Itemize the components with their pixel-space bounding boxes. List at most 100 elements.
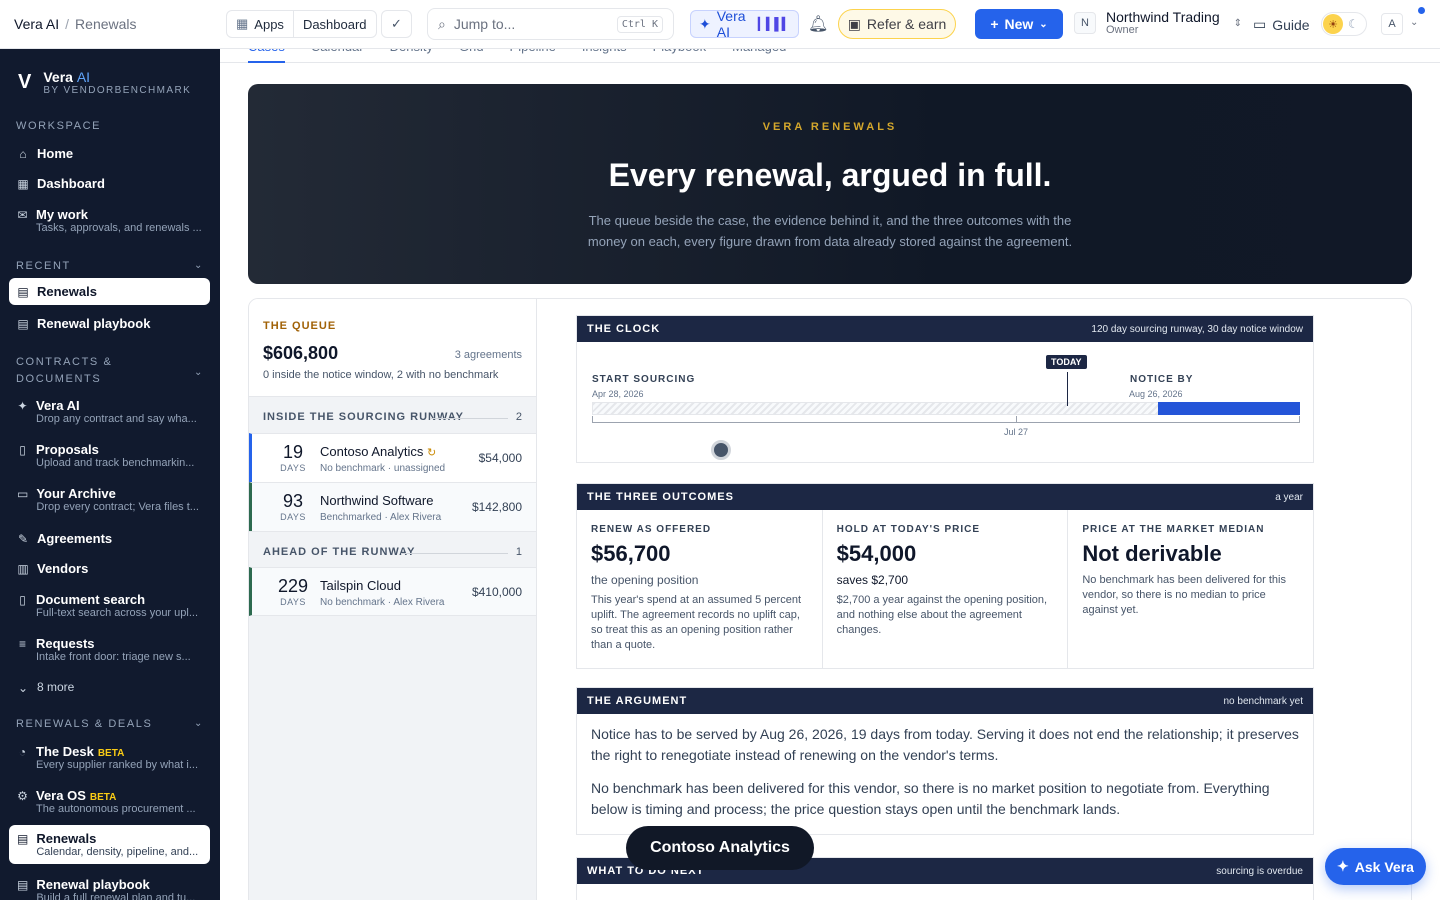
outcomes-title: THE THREE OUTCOMES xyxy=(587,491,734,503)
sidebar-item-requests[interactable]: ≡ Requests Intake front door: triage new s… xyxy=(9,636,210,663)
bell-icon[interactable]: 🔔︎ xyxy=(808,14,828,34)
sidebar-item-renewals[interactable]: ▤ Renewals Calendar, density, pipeline, an… xyxy=(9,825,210,864)
section-recent[interactable]: RECENT ⌄ xyxy=(16,260,202,272)
axis-tick xyxy=(1016,416,1017,423)
vera-logo-icon: V xyxy=(18,71,32,93)
guide-label: Guide xyxy=(1272,16,1310,33)
vendor-meta: Benchmarked · Alex Rivera xyxy=(320,512,442,523)
hero-text: The queue beside the case, the evidence … xyxy=(587,213,1073,249)
timeline-axis xyxy=(592,422,1300,423)
sidebar-item-agreements[interactable]: ✎ Agreements xyxy=(9,531,210,546)
apps-dashboard-group: ▦ Apps Dashboard xyxy=(226,10,377,38)
sidebar-item-proposals[interactable]: ▯ Proposals Upload and track benchmarkin..… xyxy=(9,442,210,469)
outcome-value: $54,000 xyxy=(836,541,917,566)
chevron-down-icon: ⌄ xyxy=(194,718,204,729)
sparkle-icon: ✦ xyxy=(699,15,711,32)
breadcrumb: Vera AI / Renewals xyxy=(14,16,137,32)
file-signature-icon: ✎ xyxy=(17,532,29,546)
org-switcher[interactable]: N Northwind Trading Owner ⇕ xyxy=(1074,10,1242,36)
jump-placeholder: Jump to... xyxy=(453,16,516,32)
tab-playbook[interactable]: Playbook xyxy=(653,49,706,63)
days-count: 229 xyxy=(277,576,309,596)
outcome-card: RENEW AS OFFERED $56,700 the opening pos… xyxy=(577,510,822,668)
queue-group-header: AHEAD OF THE RUNWAY 1 xyxy=(249,531,536,567)
sidebar-more-toggle[interactable]: ⌄ 8 more xyxy=(9,680,210,695)
jump-to-search[interactable]: ⌕ Jump to... Ctrl K xyxy=(427,8,674,40)
search-icon: ⌕ xyxy=(438,15,446,32)
sidebar-item-home[interactable]: ⌂ Home xyxy=(9,146,210,161)
top-bar: Vera AI / Renewals ▦ Apps Dashboard ✓ ⌕ Jum… xyxy=(0,0,1440,49)
sidebar-item-recent-playbook[interactable]: ▤ Renewal playbook xyxy=(9,316,210,331)
beta-badge: BETA xyxy=(89,792,117,803)
tab-managed[interactable]: Managed xyxy=(732,49,786,63)
sidebar-item-my-work[interactable]: ✉ My work Tasks, approvals, and renewals .… xyxy=(9,207,210,234)
refer-earn-button[interactable]: ▣ Refer & earn xyxy=(838,9,956,39)
queue-count: 3 agreements xyxy=(454,349,522,361)
hero-title: Every renewal, argued in full. xyxy=(608,157,1052,193)
sidebar-item-vera-ai[interactable]: ✦ Vera AI Drop any contract and say wha... xyxy=(9,398,210,425)
drag-handle[interactable] xyxy=(711,440,731,460)
section-renewals[interactable]: RENEWALS & DEALS ⌄ xyxy=(16,718,202,730)
argument-note: no benchmark yet xyxy=(1223,695,1304,707)
queue-row[interactable]: 19 DAYS Contoso Analytics ↻ No benchmark… xyxy=(249,433,536,482)
sidebar-item-dashboard[interactable]: ▦ Dashboard xyxy=(9,176,210,191)
tab-pipeline[interactable]: Pipeline xyxy=(510,49,556,63)
document-icon: ▯ xyxy=(19,443,26,457)
vera-ai-button[interactable]: ✦ Vera AI ▎▍▌▍ xyxy=(690,8,799,40)
sparkle-icon: ✦ xyxy=(17,399,28,413)
ask-vera-button[interactable]: ✦ Ask Vera xyxy=(1325,848,1426,885)
brand[interactable]: V Vera AI BY VENDORBENCHMARK xyxy=(18,69,191,96)
sidebar-item-recent-renewals[interactable]: ▤ Renewals xyxy=(9,278,210,305)
avatar-chevron-icon[interactable]: ⌄ xyxy=(1410,17,1418,28)
theme-toggle[interactable]: ☀ ☾ xyxy=(1321,12,1367,36)
brand-name-text: Vera xyxy=(43,69,73,85)
org-role: Owner xyxy=(1106,24,1139,36)
dashboard-icon: ▦ xyxy=(17,177,29,191)
sidebar-item-vera-os[interactable]: ⚙ Vera OS BETA The autonomous procurement .… xyxy=(9,788,210,815)
sidebar-item-label-text: The Desk xyxy=(36,744,94,759)
avatar[interactable]: A xyxy=(1381,13,1403,35)
new-button[interactable]: + New ⌄ xyxy=(975,9,1063,39)
sidebar-item-sub: The autonomous procurement ... xyxy=(36,803,196,815)
tab-calendar[interactable]: Calendar xyxy=(311,49,364,63)
sun-icon: ☀ xyxy=(1323,14,1343,34)
tab-grid[interactable]: Grid xyxy=(459,49,484,63)
org-name: Northwind Trading xyxy=(1106,9,1220,25)
sidebar-item-label: Renewal playbook xyxy=(37,316,151,331)
archive-icon: ▭ xyxy=(17,487,29,501)
sidebar-item-vendors[interactable]: ▥ Vendors xyxy=(9,561,210,576)
outcomes-panel: THE THREE OUTCOMES a year RENEW AS OFFERE… xyxy=(576,483,1314,669)
tab-density[interactable]: Density xyxy=(390,49,433,63)
guide-button[interactable]: ▭ Guide xyxy=(1253,16,1310,33)
tasks-check-button[interactable]: ✓ xyxy=(381,10,412,38)
sidebar-item-label: Agreements xyxy=(37,531,113,546)
apps-button[interactable]: ▦ Apps xyxy=(227,11,293,37)
sidebar-item-archive[interactable]: ▭ Your Archive Drop every contract; Vera f… xyxy=(9,486,210,513)
queue-row[interactable]: 229 DAYS Tailspin Cloud No benchmark · A… xyxy=(249,567,536,616)
selected-vendor-toast[interactable]: Contoso Analytics xyxy=(626,826,814,870)
dashboard-button[interactable]: Dashboard xyxy=(292,11,376,37)
tab-cases[interactable]: Cases xyxy=(248,49,285,63)
days-label: DAYS xyxy=(280,512,306,522)
notice-by-date: Aug 26, 2026 xyxy=(1129,389,1183,399)
sidebar-item-the-desk[interactable]: ◔ The Desk BETA Every supplier ranked by wh… xyxy=(9,744,210,771)
outcome-label: HOLD AT TODAY'S PRICE xyxy=(836,524,981,535)
sidebar-item-label: My work xyxy=(36,207,89,222)
queue-header: THE QUEUE $606,800 3 agreements 0 inside… xyxy=(249,299,536,397)
voice-wave-icon[interactable]: ▎▍▌▍ xyxy=(758,17,791,31)
breadcrumb-app[interactable]: Vera AI xyxy=(14,16,59,32)
queue-row[interactable]: 93 DAYS Northwind Software Benchmarked ·… xyxy=(249,482,536,531)
vendor-name: Northwind Software xyxy=(320,493,434,508)
argument-paragraph: No benchmark has been delivered for this… xyxy=(591,780,1270,817)
tab-insights[interactable]: Insights xyxy=(582,49,627,63)
clock-title: THE CLOCK xyxy=(587,323,661,335)
section-contracts[interactable]: CONTRACTS & DOCUMENTS ⌄ xyxy=(16,354,202,388)
sidebar-item-document-search[interactable]: ▯ Document search Full-text search across … xyxy=(9,592,210,619)
outcome-sub: the opening position xyxy=(591,573,699,587)
sidebar-item-label: Vera AI xyxy=(36,398,80,413)
brand-ai: AI xyxy=(76,69,91,85)
cog-icon: ⚙ xyxy=(17,789,28,803)
sidebar-item-renewal-playbook[interactable]: ▤ Renewal playbook Build a full renewal pl… xyxy=(9,877,210,900)
clock-header: THE CLOCK 120 day sourcing runway, 30 day… xyxy=(577,316,1313,342)
sidebar-item-sub: Drop every contract; Vera files t... xyxy=(36,501,199,513)
